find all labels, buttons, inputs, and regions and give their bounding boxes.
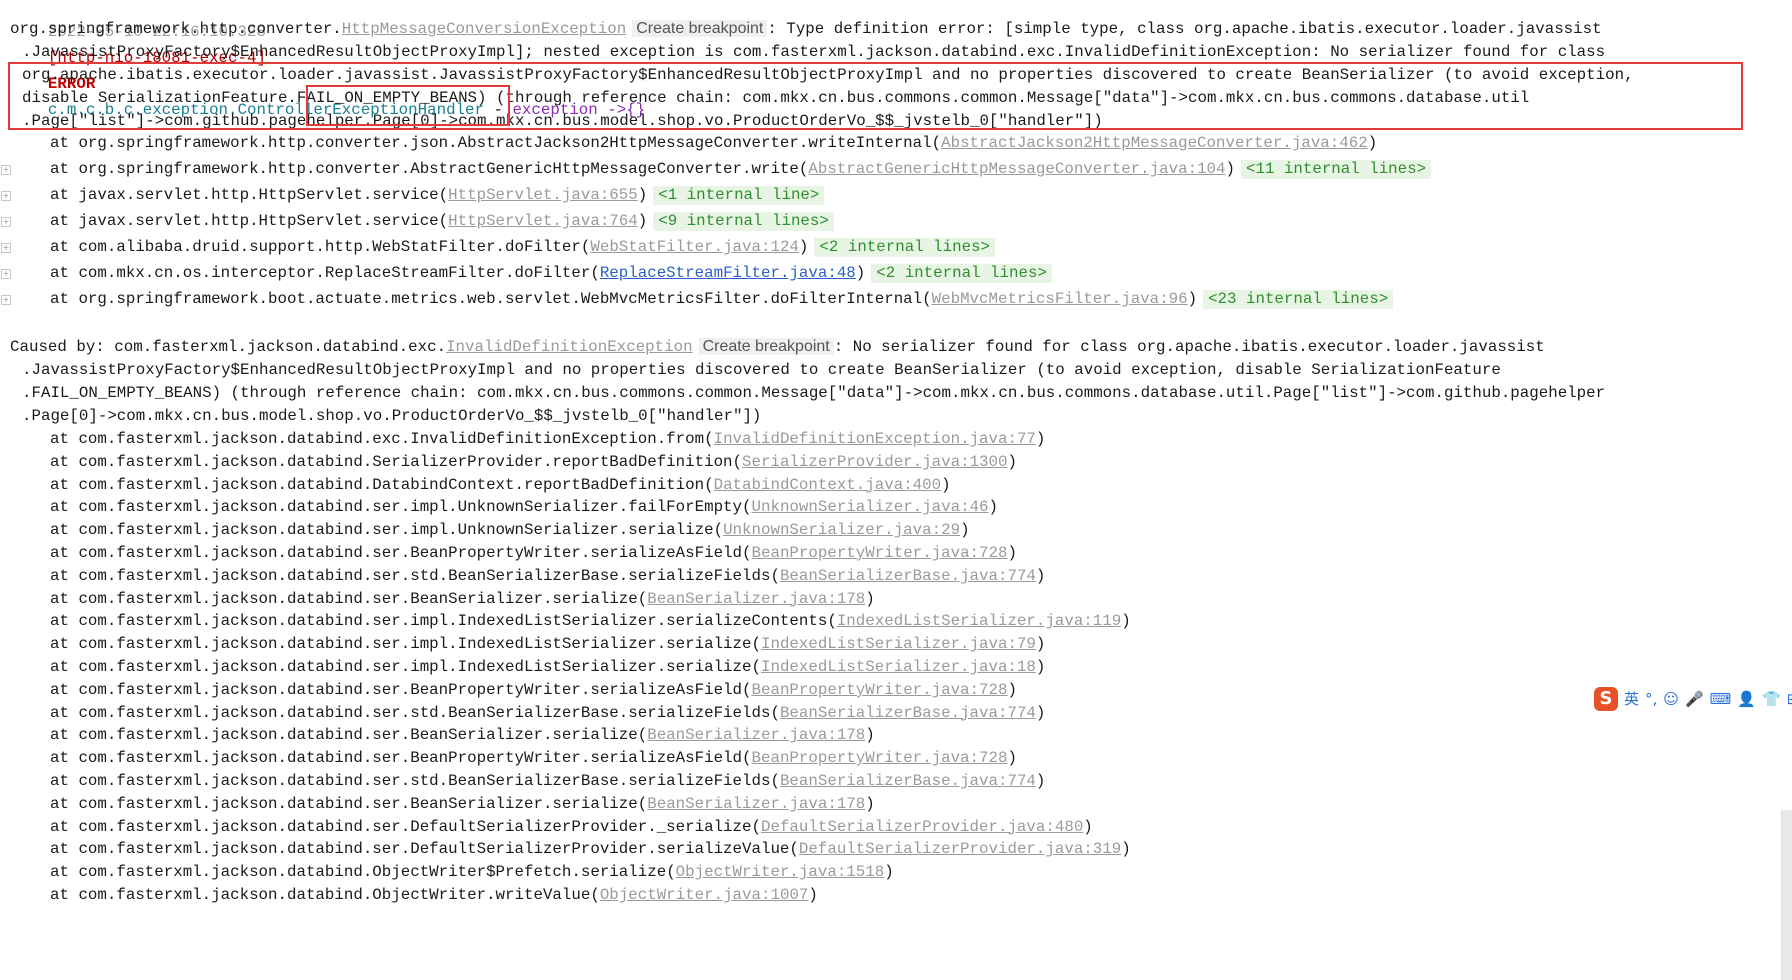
stack-frame-method: at javax.servlet.http.HttpServlet.servic… xyxy=(50,212,439,230)
stack-frame-file-link[interactable]: UnknownSerializer.java:46 xyxy=(752,498,989,516)
stack-frame-file-link[interactable]: BeanPropertyWriter.java:728 xyxy=(752,681,1008,699)
stack-frame-file-link[interactable]: BeanSerializerBase.java:774 xyxy=(780,567,1036,585)
exception-prefix: org.springframework.http.converter. xyxy=(10,20,342,38)
exception-class-link[interactable]: HttpMessageConversionException xyxy=(342,20,626,38)
exception-text: (through reference chain: com.mkx.cn.bus… xyxy=(486,89,1530,107)
stack-frame-method: at com.fasterxml.jackson.databind.ser.im… xyxy=(50,635,752,654)
caused-by-text: : No serializer found for class org.apac… xyxy=(833,338,1545,356)
stack-frame-method: at com.fasterxml.jackson.databind.ser.st… xyxy=(50,566,771,585)
stack-frame-file-link[interactable]: HttpServlet.java:655 xyxy=(448,186,638,204)
fold-expand-icon[interactable]: + xyxy=(1,269,11,279)
stack-frame-method: at com.fasterxml.jackson.databind.exc.In… xyxy=(50,430,705,448)
stack-frame-method: at com.fasterxml.jackson.databind.ser.Be… xyxy=(50,726,638,745)
stack-frame-method: at com.fasterxml.jackson.databind.Object… xyxy=(50,886,591,904)
fold-expand-icon[interactable]: + xyxy=(1,217,11,227)
stack-frame-file-link[interactable]: UnknownSerializer.java:29 xyxy=(723,521,960,539)
vertical-scrollbar[interactable] xyxy=(1781,810,1792,980)
ime-keyboard-icon[interactable]: ⌨ xyxy=(1710,687,1732,711)
fold-expand-icon[interactable]: + xyxy=(1,295,11,305)
stack-frame-method: at com.fasterxml.jackson.databind.ser.im… xyxy=(50,521,714,540)
stack-frame-method: at com.fasterxml.jackson.databind.ser.im… xyxy=(50,658,752,676)
exception-text: : Type definition error: [simple type, c… xyxy=(767,20,1602,38)
stack-frame-file-link[interactable]: BeanPropertyWriter.java:728 xyxy=(752,749,1008,767)
stack-frame-file-link[interactable]: IndexedListSerializer.java:119 xyxy=(837,612,1121,630)
internal-lines-toggle[interactable]: <2 internal lines> xyxy=(814,238,996,257)
stack-frame-file-link[interactable]: HttpServlet.java:764 xyxy=(448,212,638,230)
stack-frame: at javax.servlet.http.HttpServlet.servic… xyxy=(50,182,825,208)
stack-frame-method: at com.fasterxml.jackson.databind.ser.im… xyxy=(50,498,743,517)
stack-frame-method: at com.mkx.cn.os.interceptor.ReplaceStre… xyxy=(50,264,591,282)
ime-skin-icon[interactable]: 👕 xyxy=(1762,687,1781,711)
stack-frame-method: at org.springframework.http.converter.Ab… xyxy=(50,160,799,178)
console-output: 2022-05-10 22:16:10.328 [http-nio-18081-… xyxy=(0,0,1792,980)
stack-frame-file-link[interactable]: BeanSerializerBase.java:774 xyxy=(780,772,1036,790)
caused-by-prefix: Caused by: com.fasterxml.jackson.databin… xyxy=(10,338,447,356)
ime-punctuation-icon[interactable]: °, xyxy=(1645,687,1657,711)
internal-lines-toggle[interactable]: <11 internal lines> xyxy=(1240,160,1432,179)
stack-frame-method: at com.fasterxml.jackson.databind.ser.st… xyxy=(50,703,771,722)
internal-lines-toggle[interactable]: <2 internal lines> xyxy=(871,264,1052,283)
stack-frame-file-link[interactable]: IndexedListSerializer.java:18 xyxy=(761,658,1036,676)
stack-frame-method: at com.fasterxml.jackson.databind.Object… xyxy=(50,863,667,882)
stack-frame-file-link[interactable]: BeanSerializer.java:178 xyxy=(647,726,865,744)
stack-frame-method: at com.fasterxml.jackson.databind.ser.Be… xyxy=(50,749,743,768)
fold-expand-icon[interactable]: + xyxy=(1,165,11,175)
stack-frame: at com.mkx.cn.os.interceptor.ReplaceStre… xyxy=(50,260,1052,286)
stack-frame-method: at com.fasterxml.jackson.databind.ser.Be… xyxy=(50,544,743,562)
stack-frame: at com.fasterxml.jackson.databind.Object… xyxy=(50,886,818,904)
stack-frame-method: at com.fasterxml.jackson.databind.Databi… xyxy=(50,475,705,494)
ime-language-toggle[interactable]: 英 xyxy=(1624,687,1639,711)
stack-frame-file-link[interactable]: WebStatFilter.java:124 xyxy=(590,238,799,256)
stack-frame-method: at com.fasterxml.jackson.databind.ser.Be… xyxy=(50,680,743,699)
stack-frame: at org.springframework.http.converter.Ab… xyxy=(50,156,1432,182)
stack-frame-method: at com.fasterxml.jackson.databind.ser.De… xyxy=(50,817,752,836)
stack-frame-file-link[interactable]: IndexedListSerializer.java:79 xyxy=(761,635,1036,653)
stack-frame-file-link[interactable]: BeanPropertyWriter.java:728 xyxy=(752,544,1008,562)
stack-frame-method: at com.fasterxml.jackson.databind.ser.st… xyxy=(50,772,771,790)
ime-toolbox-icon[interactable]: ⊞ xyxy=(1787,687,1792,711)
stack-frame: at org.springframework.boot.actuate.metr… xyxy=(50,286,1394,312)
stack-frame-file-link[interactable]: DefaultSerializerProvider.java:480 xyxy=(761,818,1083,836)
create-breakpoint-button[interactable]: Create breakpoint xyxy=(632,20,768,37)
ime-emoji-icon[interactable]: ☺ xyxy=(1663,687,1679,711)
internal-lines-toggle[interactable]: <23 internal lines> xyxy=(1203,290,1394,309)
ime-logo-icon[interactable]: S xyxy=(1594,687,1618,711)
create-breakpoint-button[interactable]: Create breakpoint xyxy=(698,338,834,355)
stack-frame-file-link[interactable]: WebMvcMetricsFilter.java:96 xyxy=(932,290,1188,308)
stack-frame-method: at com.alibaba.druid.support.http.WebSta… xyxy=(50,238,581,256)
stack-frame: at javax.servlet.http.HttpServlet.servic… xyxy=(50,208,834,234)
stack-frame-method: at com.fasterxml.jackson.databind.ser.Be… xyxy=(50,589,638,608)
stack-frame-file-link[interactable]: AbstractGenericHttpMessageConverter.java… xyxy=(808,160,1225,178)
stack-frame-method: at org.springframework.boot.actuate.metr… xyxy=(50,290,923,308)
stack-frame-method: at javax.servlet.http.HttpServlet.servic… xyxy=(50,186,439,204)
internal-lines-toggle[interactable]: <9 internal lines> xyxy=(653,212,834,231)
stack-frame-method: at org.springframework.http.converter.js… xyxy=(50,134,932,152)
fold-expand-icon[interactable]: + xyxy=(1,243,11,253)
stack-frame: at com.alibaba.druid.support.http.WebSta… xyxy=(50,234,996,260)
stack-frame-file-link[interactable]: ObjectWriter.java:1518 xyxy=(676,863,885,881)
stack-frame-file-link[interactable]: BeanSerializer.java:178 xyxy=(647,795,865,813)
internal-lines-toggle[interactable]: <1 internal line> xyxy=(653,186,825,205)
stack-frame-file-link[interactable]: AbstractJackson2HttpMessageConverter.jav… xyxy=(941,134,1368,152)
stack-frame-file-link[interactable]: BeanSerializer.java:178 xyxy=(647,590,865,608)
stack-frame-method: at com.fasterxml.jackson.databind.ser.Be… xyxy=(50,794,638,813)
stack-frame-file-link[interactable]: ReplaceStreamFilter.java:48 xyxy=(600,264,856,282)
stack-frame-file-link[interactable]: BeanSerializerBase.java:774 xyxy=(780,704,1036,722)
stack-frame-file-link[interactable]: ObjectWriter.java:1007 xyxy=(600,886,809,904)
caused-by-class-link[interactable]: InvalidDefinitionException xyxy=(446,338,692,356)
stack-frame-file-link[interactable]: DefaultSerializerProvider.java:319 xyxy=(799,840,1121,858)
stack-frame-file-link[interactable]: SerializerProvider.java:1300 xyxy=(742,453,1007,471)
exception-text: disable SerializationFeature. xyxy=(22,89,297,107)
stack-frame: at org.springframework.http.converter.js… xyxy=(50,134,1378,152)
stack-frame-file-link[interactable]: DatabindContext.java:400 xyxy=(714,476,942,494)
stack-frame-file-link[interactable]: InvalidDefinitionException.java:77 xyxy=(714,430,1036,448)
ime-user-icon[interactable]: 👤 xyxy=(1737,687,1756,711)
stack-frame-method: at com.fasterxml.jackson.databind.ser.De… xyxy=(50,840,790,859)
fail-on-empty-beans-text: FAIL_ON_EMPTY_BEANS) xyxy=(296,89,487,107)
ime-toolbar: S 英 °, ☺ 🎤 ⌨ 👤 👕 ⊞ xyxy=(1594,686,1792,712)
fold-expand-icon[interactable]: + xyxy=(1,191,11,201)
stack-frame-method: at com.fasterxml.jackson.databind.Serial… xyxy=(50,452,733,471)
ime-voice-icon[interactable]: 🎤 xyxy=(1685,687,1704,711)
stack-frame-method: at com.fasterxml.jackson.databind.ser.im… xyxy=(50,612,828,631)
